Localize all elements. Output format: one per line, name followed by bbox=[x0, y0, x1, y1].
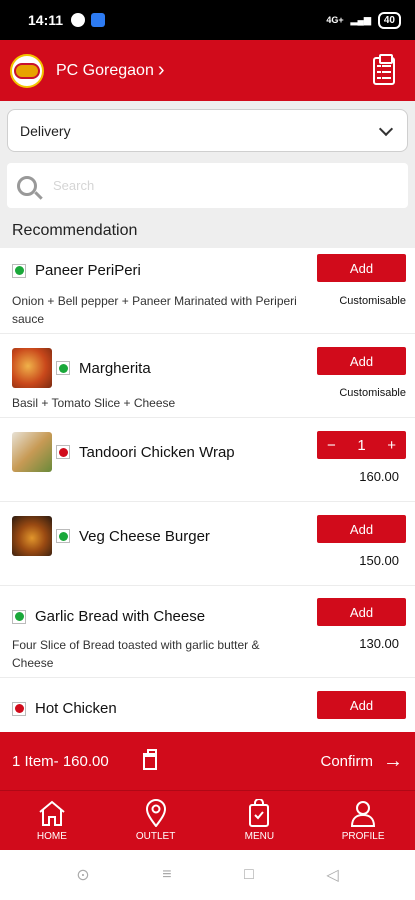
trash-icon[interactable] bbox=[142, 748, 157, 770]
add-button[interactable]: Add bbox=[317, 691, 406, 719]
cart-bar: 1 Item- 160.00 Confirm → bbox=[0, 732, 415, 790]
item-price: 160.00 bbox=[359, 469, 399, 484]
item-thumbnail bbox=[12, 432, 52, 472]
customisable-label: Customisable bbox=[339, 387, 406, 399]
item-name: Tandoori Chicken Wrap bbox=[79, 443, 235, 461]
back-icon[interactable]: ◁ bbox=[326, 865, 338, 885]
arrow-right-icon: → bbox=[383, 749, 403, 772]
confirm-button[interactable]: Confirm → bbox=[320, 750, 403, 773]
location-pin-icon bbox=[145, 799, 166, 827]
nav-outlet[interactable]: OUTLET bbox=[104, 791, 208, 850]
item-name: Hot Chicken bbox=[35, 700, 117, 717]
home-square-icon[interactable]: □ bbox=[244, 866, 254, 884]
home-icon bbox=[39, 800, 65, 826]
add-button[interactable]: Add bbox=[317, 347, 406, 375]
outlet-selector[interactable]: PC Goregaon bbox=[56, 62, 154, 80]
assistant-icon[interactable]: ⊙ bbox=[76, 865, 89, 885]
app-notification-icon bbox=[91, 13, 106, 27]
bottom-nav: HOME OUTLET MENU PROFILE bbox=[0, 790, 415, 850]
chevron-right-icon[interactable]: › bbox=[158, 59, 165, 82]
order-type-value: Delivery bbox=[20, 122, 71, 139]
search-icon bbox=[17, 175, 37, 196]
cart-summary: 1 Item- 160.00 bbox=[12, 752, 109, 770]
list-item: Hot Chicken Add bbox=[0, 678, 415, 732]
section-title: Recommendation bbox=[12, 222, 138, 239]
signal-icon: ▂▄▆ bbox=[350, 14, 371, 25]
nav-label: PROFILE bbox=[341, 831, 385, 842]
nav-label: HOME bbox=[36, 831, 67, 842]
list-item: Garlic Bread with Cheese Four Slice of B… bbox=[0, 586, 415, 678]
confirm-label: Confirm bbox=[320, 752, 373, 770]
item-name: Margherita bbox=[79, 359, 151, 377]
veg-indicator-icon bbox=[12, 609, 26, 624]
nav-label: OUTLET bbox=[135, 831, 176, 842]
nav-home[interactable]: HOME bbox=[0, 791, 104, 850]
list-item: Tandoori Chicken Wrap − 1 + 160.00 bbox=[0, 418, 415, 502]
nonveg-indicator-icon bbox=[12, 701, 26, 716]
brand-logo bbox=[10, 53, 44, 88]
menu-bag-icon bbox=[249, 799, 270, 827]
add-button[interactable]: Add bbox=[317, 254, 406, 282]
decrement-button[interactable]: − bbox=[327, 437, 336, 454]
item-header: Hot Chicken bbox=[12, 700, 117, 717]
item-description: Four Slice of Bread toasted with garlic … bbox=[12, 638, 260, 670]
whatsapp-icon bbox=[71, 13, 86, 27]
item-price: 150.00 bbox=[359, 553, 399, 568]
chevron-down-icon bbox=[378, 121, 394, 136]
list-item: Margherita Basil + Tomato Slice + Cheese… bbox=[0, 334, 415, 418]
nav-profile[interactable]: PROFILE bbox=[311, 791, 415, 850]
item-name: Veg Cheese Burger bbox=[79, 527, 210, 545]
profile-icon bbox=[351, 801, 376, 827]
status-time: 14:11 bbox=[28, 12, 64, 28]
order-type-dropdown[interactable]: Delivery bbox=[7, 109, 408, 152]
customisable-label: Customisable bbox=[339, 295, 406, 307]
add-button[interactable]: Add bbox=[317, 515, 406, 543]
app-header: PC Goregaon › bbox=[0, 40, 415, 101]
item-name: Garlic Bread with Cheese bbox=[35, 608, 206, 625]
order-list-icon[interactable] bbox=[373, 53, 395, 85]
menu-list[interactable]: Paneer PeriPeri Onion + Bell pepper + Pa… bbox=[0, 248, 415, 732]
veg-indicator-icon bbox=[56, 361, 70, 375]
item-thumbnail bbox=[12, 348, 52, 388]
item-header: Paneer PeriPeri bbox=[12, 262, 141, 279]
quantity-stepper[interactable]: − 1 + bbox=[317, 431, 406, 459]
quantity-value: 1 bbox=[357, 436, 366, 454]
system-nav: ⊙ ≡ □ ◁ bbox=[0, 850, 415, 900]
item-description: Basil + Tomato Slice + Cheese bbox=[12, 396, 176, 410]
list-item: Veg Cheese Burger Add 150.00 bbox=[0, 502, 415, 586]
nav-menu[interactable]: MENU bbox=[208, 791, 312, 850]
item-thumbnail bbox=[12, 516, 52, 556]
item-header: Garlic Bread with Cheese bbox=[12, 608, 205, 625]
item-description: Onion + Bell pepper + Paneer Marinated w… bbox=[12, 294, 297, 326]
increment-button[interactable]: + bbox=[387, 437, 396, 454]
item-name: Paneer PeriPeri bbox=[35, 262, 141, 279]
add-button[interactable]: Add bbox=[317, 598, 406, 626]
nonveg-indicator-icon bbox=[56, 445, 70, 459]
nav-label: MENU bbox=[244, 831, 275, 842]
item-header: Margherita bbox=[12, 348, 151, 388]
item-header: Veg Cheese Burger bbox=[12, 516, 210, 556]
status-indicators: 4G+ ▂▄▆ 40 bbox=[326, 11, 401, 29]
recents-icon[interactable]: ≡ bbox=[162, 866, 171, 884]
veg-indicator-icon bbox=[12, 263, 26, 278]
battery-icon: 40 bbox=[377, 11, 401, 29]
status-bar: 14:11 4G+ ▂▄▆ 40 bbox=[0, 0, 415, 40]
veg-indicator-icon bbox=[56, 529, 70, 543]
network-label: 4G+ bbox=[326, 15, 344, 25]
search-bar[interactable] bbox=[7, 163, 408, 208]
item-header: Tandoori Chicken Wrap bbox=[12, 432, 235, 472]
item-price: 130.00 bbox=[359, 636, 399, 651]
list-item: Paneer PeriPeri Onion + Bell pepper + Pa… bbox=[0, 248, 415, 334]
search-input[interactable] bbox=[53, 178, 373, 193]
